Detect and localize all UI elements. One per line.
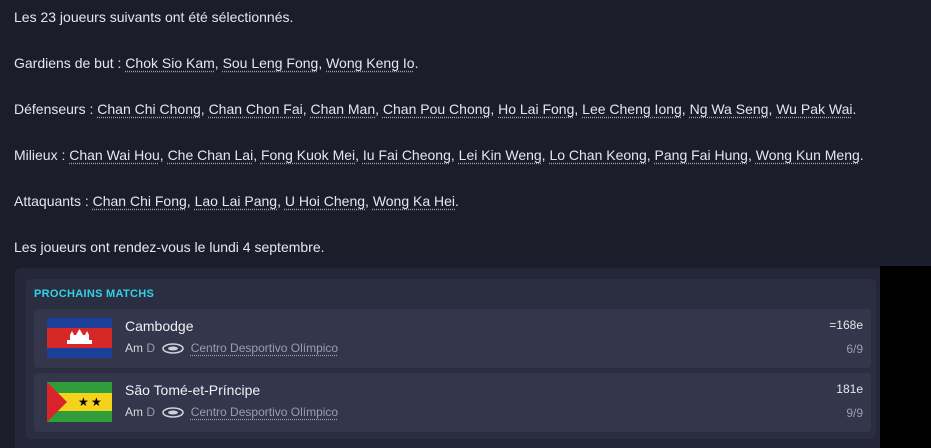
player-link[interactable]: Chan Chi Fong — [93, 193, 187, 209]
player-link[interactable]: Wong Kun Meng — [756, 147, 860, 163]
rendezvous-text: Les joueurs ont rendez-vous le lundi 4 s… — [14, 239, 325, 255]
svg-text:★: ★ — [91, 395, 102, 409]
blank-region — [880, 266, 931, 448]
group-label: Défenseurs : — [14, 101, 94, 117]
player-link[interactable]: Iu Fai Cheong — [363, 147, 451, 163]
player-link[interactable]: Lao Lai Pang — [195, 193, 278, 209]
goalkeepers-line: Gardiens de but : Chok Sio Kam, Sou Leng… — [14, 55, 419, 71]
group-label: Milieux : — [14, 147, 66, 163]
fifa-ranking: =168e — [829, 318, 863, 332]
venue-type: D — [146, 341, 156, 355]
player-link[interactable]: Chan Pou Chong — [383, 101, 490, 117]
fifa-ranking: 181e — [836, 382, 863, 396]
upcoming-matches-title: PROCHAINS MATCHS — [34, 288, 155, 300]
player-link[interactable]: Lei Kin Weng — [459, 147, 542, 163]
player-link[interactable]: Lee Cheng Iong — [582, 101, 682, 117]
player-link[interactable]: Chan Wai Hou — [69, 147, 160, 163]
intro-text: Les 23 joueurs suivants ont été sélectio… — [14, 9, 294, 25]
stadium-icon — [162, 343, 185, 355]
midfielders-line: Milieux : Chan Wai Hou, Che Chan Lai, Fo… — [14, 147, 864, 163]
sao-tome-flag-icon: ★ ★ — [47, 382, 112, 422]
player-link[interactable]: Wong Ka Hei — [373, 193, 455, 209]
defenders-line: Défenseurs : Chan Chi Chong, Chan Chon F… — [14, 101, 857, 117]
group-label: Attaquants : — [14, 193, 89, 209]
match-row[interactable]: ★ ★ São Tomé-et-Príncipe Am D Centro Des… — [34, 373, 871, 432]
opponent-name[interactable]: Cambodge — [125, 318, 194, 334]
stadium-link[interactable]: Centro Desportivo Olímpico — [191, 405, 338, 419]
player-link[interactable]: Sou Leng Fong — [223, 55, 319, 71]
match-details: Am D Centro Desportivo Olímpico — [125, 341, 338, 355]
player-link[interactable]: Pang Fai Hung — [655, 147, 748, 163]
opponent-name[interactable]: São Tomé-et-Príncipe — [125, 382, 260, 398]
competition-label: Am — [125, 405, 143, 419]
player-link[interactable]: Chok Sio Kam — [125, 55, 214, 71]
player-link[interactable]: Chan Chon Fai — [209, 101, 303, 117]
match-date: 9/9 — [846, 406, 863, 420]
match-details: Am D Centro Desportivo Olímpico — [125, 405, 338, 419]
match-date: 6/9 — [846, 342, 863, 356]
svg-text:★: ★ — [78, 395, 89, 409]
competition-label: Am — [125, 341, 143, 355]
stadium-icon — [162, 407, 185, 419]
player-link[interactable]: U Hoi Cheng — [285, 193, 365, 209]
player-link[interactable]: Fong Kuok Mei — [261, 147, 355, 163]
player-link[interactable]: Chan Man — [311, 101, 376, 117]
player-link[interactable]: Che Chan Lai — [168, 147, 254, 163]
player-link[interactable]: Lo Chan Keong — [549, 147, 646, 163]
player-link[interactable]: Ho Lai Fong — [498, 101, 574, 117]
venue-type: D — [146, 405, 156, 419]
player-link[interactable]: Wu Pak Wai — [776, 101, 852, 117]
match-row[interactable]: Cambodge Am D Centro Desportivo Olímpico… — [34, 309, 871, 368]
player-link[interactable]: Wong Keng Io — [326, 55, 414, 71]
forwards-line: Attaquants : Chan Chi Fong, Lao Lai Pang… — [14, 193, 459, 209]
player-link[interactable]: Ng Wa Seng — [690, 101, 769, 117]
cambodia-flag-icon — [47, 318, 112, 358]
player-link[interactable]: Chan Chi Chong — [97, 101, 201, 117]
stadium-link[interactable]: Centro Desportivo Olímpico — [191, 341, 338, 355]
group-label: Gardiens de but : — [14, 55, 122, 71]
